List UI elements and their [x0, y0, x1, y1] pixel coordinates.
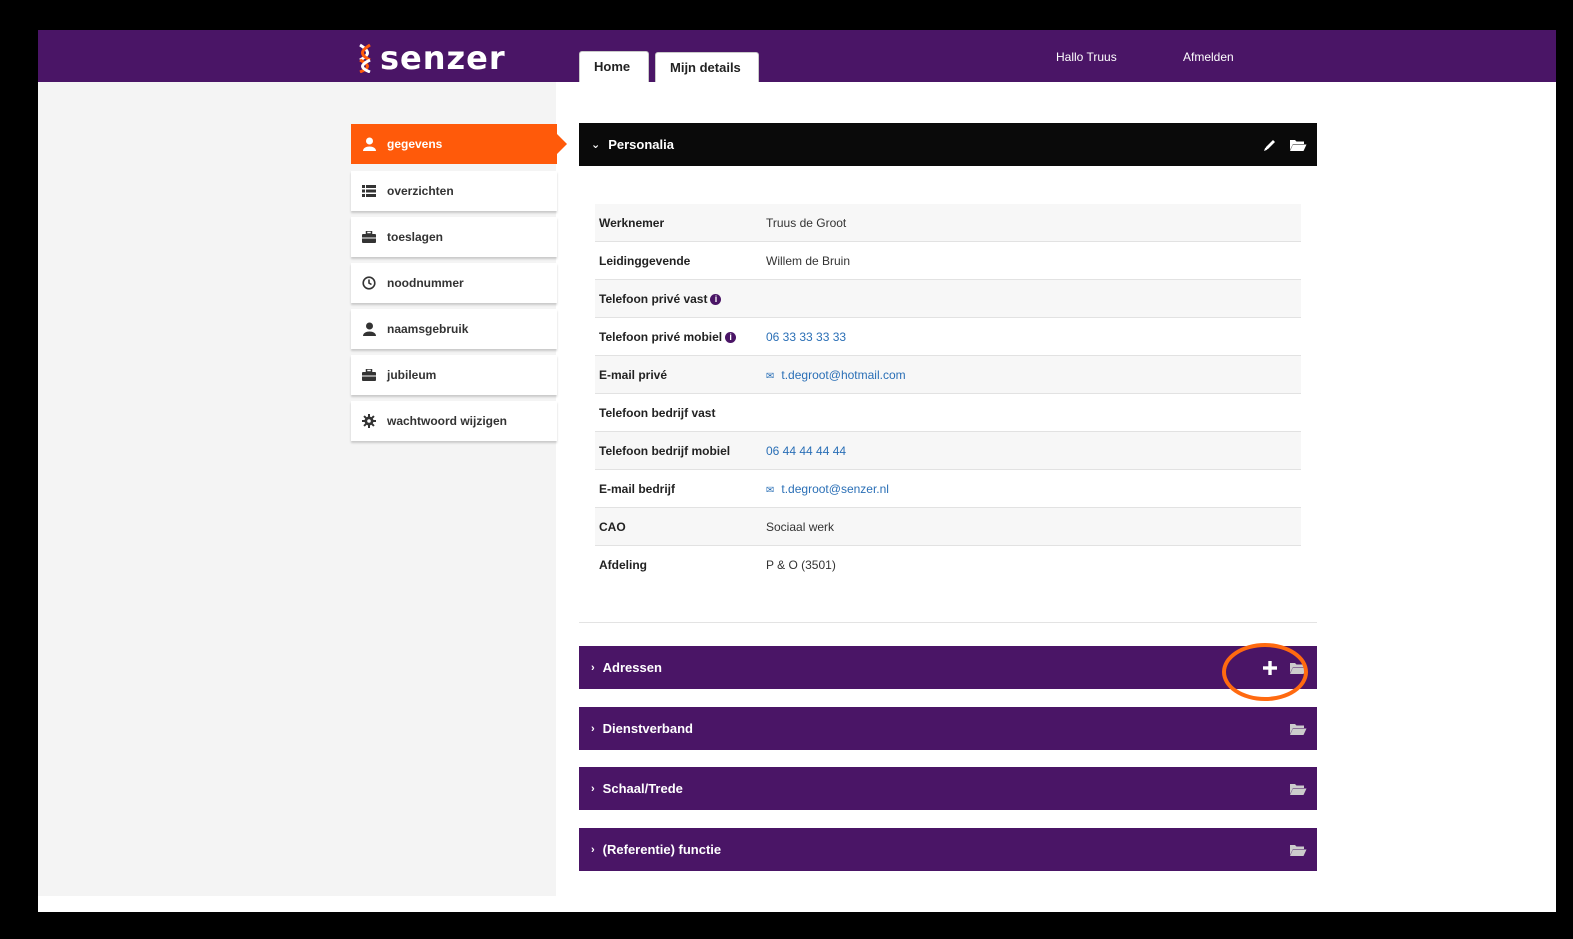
chevron-down-icon: ⌄ [591, 139, 601, 151]
row-value: Truus de Groot [762, 204, 1301, 242]
folder-open-icon[interactable] [1289, 843, 1307, 857]
row-value-cell: ✉ t.degroot@senzer.nl [762, 469, 1301, 508]
row-value: Sociaal werk [762, 507, 1301, 546]
clock-icon [361, 275, 377, 291]
row-label: Telefoon privé vast [599, 291, 708, 306]
table-row: Telefoon privé vast i [595, 279, 1301, 318]
tab-mijn-details[interactable]: Mijn details [655, 52, 759, 82]
phone-link[interactable]: 06 33 33 33 33 [766, 330, 846, 344]
chevron-right-icon: › [591, 661, 595, 674]
info-icon[interactable]: i [725, 331, 737, 343]
table-row: Telefoon bedrijf mobiel 06 44 44 44 44 [595, 431, 1301, 470]
row-value-cell: ✉ t.degroot@hotmail.com [762, 355, 1301, 394]
row-value [762, 279, 1301, 318]
logo-wordmark: senzer [380, 39, 506, 77]
sidebar-item-label: noodnummer [387, 276, 464, 290]
row-label: Telefoon privé mobiel [599, 329, 723, 344]
dna-helix-icon [359, 43, 371, 73]
phone-link[interactable]: 06 44 44 44 44 [766, 444, 846, 458]
sidebar-item-wachtwoord-wijzigen[interactable]: wachtwoord wijzigen [351, 401, 557, 441]
chevron-right-icon: › [591, 722, 595, 735]
table-row: Leidinggevende Willem de Bruin [595, 241, 1301, 280]
sidebar-item-naamsgebruik[interactable]: naamsgebruik [351, 309, 557, 349]
section-divider [579, 622, 1317, 623]
pencil-icon[interactable] [1263, 138, 1277, 152]
sidebar-item-label: wachtwoord wijzigen [387, 414, 508, 428]
sidebar-item-label: gegevens [387, 137, 443, 151]
row-label: Telefoon bedrijf mobiel [595, 431, 762, 470]
row-label: Werknemer [595, 204, 762, 242]
panel-title: Adressen [602, 660, 662, 675]
info-icon[interactable]: i [710, 293, 722, 305]
sidebar-item-toeslagen[interactable]: toeslagen [351, 217, 557, 257]
sidebar-item-label: overzichten [387, 184, 454, 198]
sidebar-item-label: naamsgebruik [387, 322, 469, 336]
dienstverband-panel-header[interactable]: › Dienstverband [579, 707, 1317, 750]
sidebar-item-label: jubileum [387, 368, 437, 382]
table-row: Werknemer Truus de Groot [595, 204, 1301, 242]
folder-open-icon[interactable] [1289, 722, 1307, 736]
personalia-table: Werknemer Truus de Groot Leidinggevende … [595, 204, 1301, 583]
table-row: Afdeling P & O (3501) [595, 545, 1301, 583]
sidebar-item-label: toeslagen [387, 230, 444, 244]
logout-link[interactable]: Afmelden [1183, 50, 1234, 64]
sidebar-item-jubileum[interactable]: jubileum [351, 355, 557, 395]
envelope-icon: ✉ [766, 370, 775, 382]
panel-title: (Referentie) functie [602, 842, 722, 857]
add-icon[interactable] [1263, 660, 1277, 675]
user-icon [361, 321, 377, 337]
row-label-cell: Telefoon privé vast i [595, 279, 762, 318]
adressen-panel-header[interactable]: › Adressen [579, 646, 1317, 689]
referentie-functie-panel-header[interactable]: › (Referentie) functie [579, 828, 1317, 871]
email-link[interactable]: t.degroot@hotmail.com [781, 368, 905, 382]
row-value: P & O (3501) [762, 545, 1301, 583]
personalia-panel-header[interactable]: ⌄ Personalia [579, 123, 1317, 166]
row-value [762, 393, 1301, 432]
top-navigation-bar: senzer Home Mijn details Hallo Truus Afm… [38, 30, 1556, 82]
chevron-right-icon: › [591, 782, 595, 795]
user-icon [361, 136, 377, 152]
chevron-right-icon: › [591, 843, 595, 856]
table-row: CAO Sociaal werk [595, 507, 1301, 546]
briefcase-icon [361, 229, 377, 245]
email-link[interactable]: t.degroot@senzer.nl [781, 482, 889, 496]
browser-viewport: senzer Home Mijn details Hallo Truus Afm… [38, 30, 1556, 912]
folder-open-icon[interactable] [1289, 661, 1307, 675]
row-label: CAO [595, 507, 762, 546]
envelope-icon: ✉ [766, 484, 775, 496]
row-value: Willem de Bruin [762, 241, 1301, 280]
panel-title: Personalia [608, 137, 674, 152]
tab-home[interactable]: Home [579, 51, 649, 82]
sidebar-item-noodnummer[interactable]: noodnummer [351, 263, 557, 303]
schaal-trede-panel-header[interactable]: › Schaal/Trede [579, 767, 1317, 810]
sidebar-item-gegevens[interactable]: gegevens [351, 124, 567, 164]
panel-title: Schaal/Trede [602, 781, 683, 796]
senzer-logo[interactable]: senzer [356, 40, 506, 76]
row-label: E-mail privé [595, 355, 762, 394]
list-icon [361, 183, 377, 199]
row-label-cell: Telefoon privé mobiel i [595, 317, 762, 356]
row-label: Telefoon bedrijf vast [595, 393, 762, 432]
folder-open-icon[interactable] [1289, 138, 1307, 152]
table-row: E-mail privé ✉ t.degroot@hotmail.com [595, 355, 1301, 394]
table-row: Telefoon bedrijf vast [595, 393, 1301, 432]
row-label: E-mail bedrijf [595, 469, 762, 508]
table-row: Telefoon privé mobiel i 06 33 33 33 33 [595, 317, 1301, 356]
row-label: Afdeling [595, 545, 762, 583]
row-value-cell: 06 33 33 33 33 [762, 317, 1301, 356]
sidebar-item-overzichten[interactable]: overzichten [351, 171, 557, 211]
gear-icon [361, 413, 377, 429]
row-label: Leidinggevende [595, 241, 762, 280]
table-row: E-mail bedrijf ✉ t.degroot@senzer.nl [595, 469, 1301, 508]
row-value-cell: 06 44 44 44 44 [762, 431, 1301, 470]
folder-open-icon[interactable] [1289, 782, 1307, 796]
greeting-link[interactable]: Hallo Truus [1056, 50, 1117, 64]
briefcase-icon [361, 367, 377, 383]
panel-title: Dienstverband [602, 721, 693, 736]
